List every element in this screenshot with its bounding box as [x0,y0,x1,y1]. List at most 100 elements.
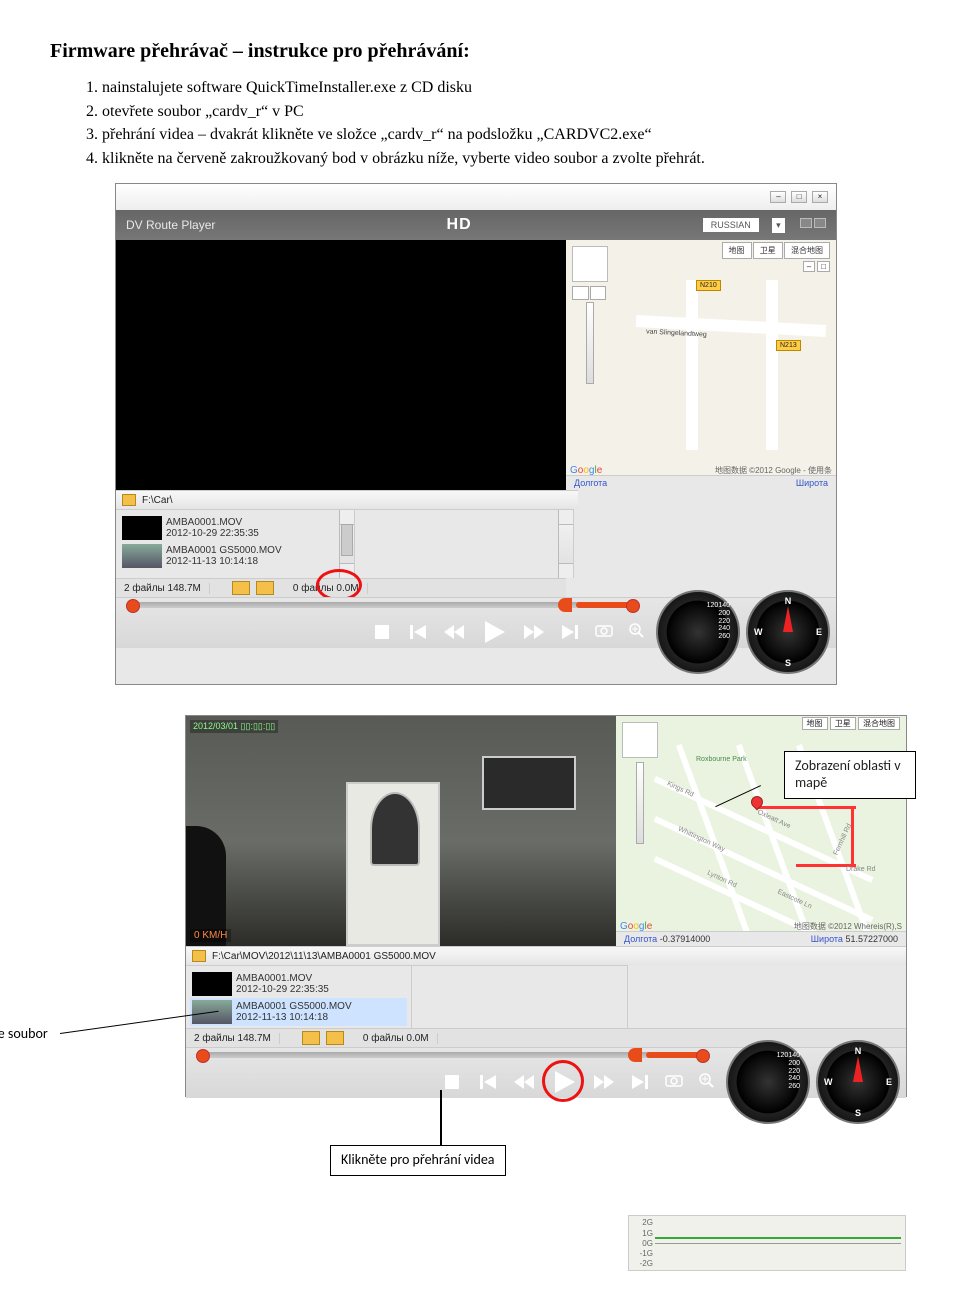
speedometer: 120140 200 220 240 260 [656,590,740,674]
screenshot-1: – □ × DV Route Player HD RUSSIAN ▾ 地图 卫星… [115,183,837,685]
control-bar-2: 120140 200 220 240 260 N E S W [186,1047,906,1098]
compass: N E S W [746,590,830,674]
video-pane-2[interactable]: 2012/03/01 ▯▯:▯▯:▯▯ 0 KM/H [186,716,616,946]
step-4: klikněte na červeně zakroužkovaný bod v … [102,148,910,170]
stop-button-2[interactable] [442,1072,462,1092]
step-3: přehrání videa – dvakrát klikněte ve slo… [102,124,910,146]
folder-icon[interactable] [122,494,136,506]
stop-button[interactable] [372,622,392,642]
prev-button-2[interactable] [478,1072,498,1092]
map2-tab-hyb[interactable]: 混合地图 [858,717,900,730]
open-folder-2b[interactable] [326,1031,344,1045]
volume-slider-2[interactable] [646,1052,706,1058]
file-date-1: 2012-10-29 22:35:35 [166,528,259,539]
map-footer: Долгота Широта [566,475,836,490]
map-type-tabs: 地图 卫星 混合地图 [723,242,830,259]
camera-button-2[interactable] [664,1070,684,1090]
path-bar: F:\Car\ [116,490,578,509]
car-corner [186,826,226,946]
language-selector[interactable]: RUSSIAN [703,218,759,232]
step-1: nainstalujete software QuickTimeInstalle… [102,77,910,99]
forward-button-2[interactable] [594,1072,614,1092]
map-zoom-controls [572,246,590,384]
file-list-2: AMBA0001.MOV2012-10-29 22:35:35 AMBA0001… [186,965,412,1028]
open-folder-button[interactable] [232,581,250,595]
volume-slider[interactable] [576,602,636,608]
file-name-1: AMBA0001.MOV [166,517,259,528]
minimize-button[interactable]: – [770,191,786,203]
extra-buttons [594,620,646,640]
file-list-right [355,509,574,578]
next-button[interactable] [560,622,580,642]
main-content-row: 地图 卫星 混合地图 –□ van Slingelandtweg N210 N2… [116,240,836,490]
park-label: Roxbourne Park [696,756,747,763]
map-zoom-slider[interactable] [586,302,594,384]
app-header: DV Route Player HD RUSSIAN ▾ [116,210,836,240]
header-close-icon[interactable] [814,218,826,228]
step-2: otevřete soubor „cardv_r“ v PC [102,101,910,123]
bottom-section: Vyberte soubor 地图 卫星 混合地图 2012/03/01 ▯▯:… [50,715,910,1097]
status-right-2: 0 файлы 0.0M [355,1033,438,1044]
map-pan-control[interactable] [572,246,608,282]
file-item-2-2[interactable]: AMBA0001 GS5000.MOV2012-11-13 10:14:18 [190,998,407,1026]
file-item-1[interactable]: AMBA0001.MOV2012-10-29 22:35:35 [120,514,350,542]
inner-min-icon[interactable]: – [803,261,815,272]
path-text: F:\Car\ [142,495,173,506]
map2-tab-map[interactable]: 地图 [802,717,828,730]
inner-max-icon[interactable]: □ [817,261,830,272]
thumbnail-1 [122,516,162,540]
speed-overlay: 0 KM/H [190,929,231,942]
next-button-2[interactable] [630,1072,650,1092]
gauges: 120140 200 220 240 260 N E S W [656,590,830,674]
file-date-2: 2012-11-13 10:14:18 [166,556,282,567]
latitude-value: 51.57227000 [845,934,898,944]
control-bar: 120140 200 220 240 260 N E S W [116,597,836,648]
map-tab-satellite[interactable]: 卫星 [753,242,783,259]
play-button[interactable] [480,618,508,646]
camera-button[interactable] [594,620,614,640]
status-left: 2 файлы 148.7M [116,583,210,594]
close-button[interactable]: × [812,191,828,203]
open-folder-2[interactable] [302,1031,320,1045]
map-pane[interactable]: 地图 卫星 混合地图 –□ van Slingelandtweg N210 N2… [566,240,836,490]
path-text-2: F:\Car\MOV\2012\11\13\AMBA0001 GS5000.MO… [212,951,436,962]
rewind-button[interactable] [444,622,464,642]
file-list-2-right [412,965,628,1028]
window [482,756,576,810]
maximize-button[interactable]: □ [791,191,807,203]
app-title: DV Route Player [126,218,215,232]
file-list: AMBA0001.MOV2012-10-29 22:35:35 AMBA0001… [116,509,355,578]
video-still [186,716,616,946]
thumb-2-1 [192,972,232,996]
map-tab-map[interactable]: 地图 [722,242,752,259]
path-bar-2: F:\Car\MOV\2012\11\13\AMBA0001 GS5000.MO… [186,946,906,965]
thumbnail-2 [122,544,162,568]
play-button-2[interactable] [550,1068,578,1096]
hd-badge: HD [447,216,472,234]
file-item-2-1[interactable]: AMBA0001.MOV2012-10-29 22:35:35 [190,970,407,998]
map2-tab-sat[interactable]: 卫星 [830,717,856,730]
status-bar: 2 файлы 148.7M 0 файлы 0.0M [116,578,566,597]
screenshot-2: 地图 卫星 混合地图 2012/03/01 ▯▯:▯▯:▯▯ 0 KM/H [185,715,907,1097]
map-area-callout: Zobrazení oblasti v mapě [784,751,916,799]
map-zoom-out[interactable] [590,286,607,300]
status-left-2: 2 файлы 148.7M [186,1033,280,1044]
file-item-2[interactable]: AMBA0001 GS5000.MOV2012-11-13 10:14:18 [120,542,350,570]
rewind-button-2[interactable] [514,1072,534,1092]
timestamp-overlay: 2012/03/01 ▯▯:▯▯:▯▯ [190,720,278,733]
zoom-button[interactable] [626,620,646,640]
forward-button[interactable] [524,622,544,642]
file-list-scrollbar-2[interactable] [558,510,573,578]
video-pane[interactable] [116,240,566,490]
file-list-scrollbar[interactable] [339,510,354,578]
map-zoom-in[interactable] [572,286,589,300]
map-tab-hybrid[interactable]: 混合地图 [784,242,830,259]
open-folder-button-2[interactable] [256,581,274,595]
folder-icon-2[interactable] [192,950,206,962]
click-play-callout: Klikněte pro přehrání videa [330,1145,506,1176]
zoom-button-2[interactable] [696,1070,716,1090]
header-min-icon[interactable] [800,218,812,228]
map2-footer: Долгота -0.37914000 Широта 51.57227000 [616,931,906,946]
prev-button[interactable] [408,622,428,642]
language-dropdown-icon[interactable]: ▾ [772,218,785,233]
